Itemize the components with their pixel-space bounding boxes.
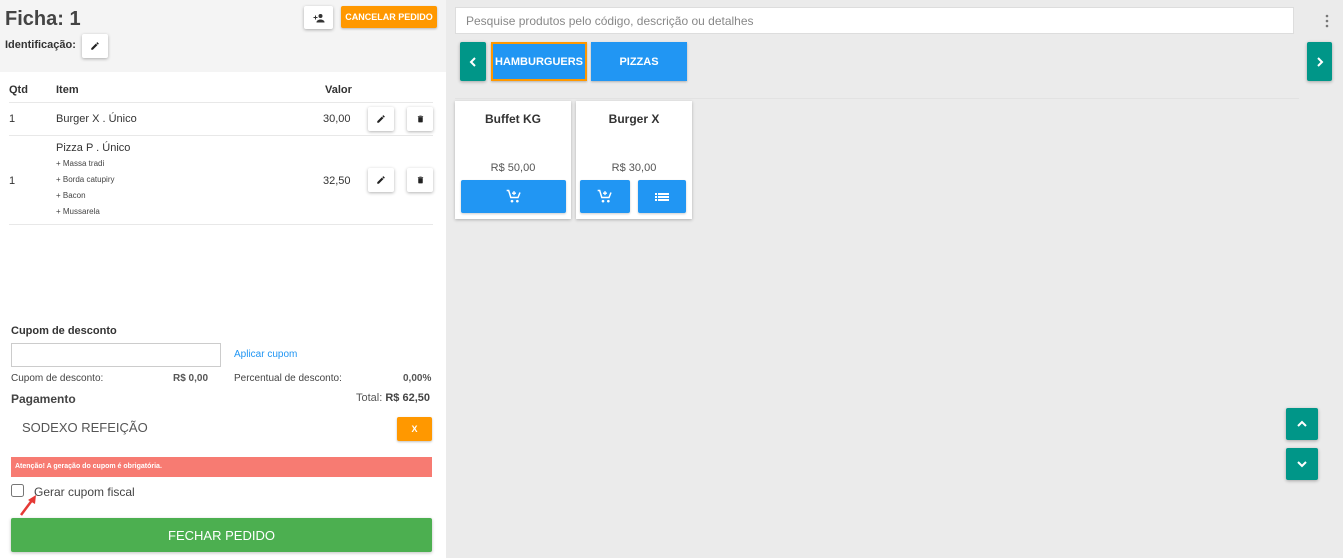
list-icon	[655, 192, 669, 201]
chevron-up-icon	[1297, 420, 1307, 427]
total-label: Total:	[356, 392, 383, 404]
delete-item-button[interactable]	[407, 168, 433, 192]
product-name: Buffet KG	[485, 112, 541, 126]
item-addon: + Massa tradi	[56, 159, 105, 168]
product-price: R$ 30,00	[611, 162, 657, 174]
table-row: 1 Burger X . Único 30,00	[9, 103, 433, 136]
table-row: 1 Pizza P . Único + Massa tradi + Borda …	[9, 136, 433, 225]
categories-next-button[interactable]	[1307, 42, 1332, 81]
add-person-icon	[313, 13, 324, 22]
product-details-button[interactable]	[638, 180, 686, 213]
item-addon: + Mussarela	[56, 207, 100, 216]
order-header: Ficha: 1 Identificação: CANCELAR PEDIDO	[0, 0, 446, 72]
coupon-label: Cupom de desconto	[11, 325, 117, 337]
chevron-down-icon	[1297, 461, 1307, 468]
scroll-up-button[interactable]	[1286, 408, 1318, 440]
close-order-button[interactable]: FECHAR PEDIDO	[11, 518, 432, 552]
item-addon: + Borda catupiry	[56, 175, 115, 184]
category-tab-pizzas[interactable]: PIZZAS	[591, 42, 687, 81]
total-value: R$ 62,50	[385, 392, 431, 404]
delete-item-button[interactable]	[407, 107, 433, 131]
pencil-icon	[377, 115, 385, 123]
row-item-block: Pizza P . Único + Massa tradi + Borda ca…	[56, 142, 130, 220]
product-card: Buffet KG R$ 50,00	[455, 101, 571, 219]
row-valor: 30,00	[323, 113, 351, 125]
row-item: Burger X . Único	[56, 113, 137, 125]
trash-icon	[417, 115, 423, 123]
more-vert-icon[interactable]	[1322, 11, 1332, 31]
edit-identification-button[interactable]	[82, 34, 108, 58]
divider	[455, 98, 1299, 99]
fiscal-coupon-label[interactable]: Gerar cupom fiscal	[34, 485, 135, 499]
column-header-qtd: Qtd	[9, 84, 28, 96]
row-qtd: 1	[9, 113, 16, 125]
customer-button[interactable]	[304, 6, 333, 29]
row-valor: 32,50	[323, 175, 351, 187]
category-tab-hamburguers[interactable]: HAMBURGUERS	[491, 42, 587, 81]
edit-item-button[interactable]	[368, 168, 394, 192]
chevron-left-icon	[469, 56, 476, 67]
trash-icon	[417, 176, 423, 184]
coupon-discount-label: Cupom de desconto:	[11, 373, 104, 384]
product-search-input[interactable]	[455, 7, 1294, 34]
red-arrow-icon	[20, 495, 36, 516]
pencil-icon	[377, 176, 385, 184]
categories-prev-button[interactable]	[460, 42, 486, 81]
pencil-icon	[91, 42, 99, 50]
product-price: R$ 50,00	[490, 162, 536, 174]
product-name: Burger X	[608, 112, 660, 126]
apply-coupon-link[interactable]: Aplicar cupom	[234, 349, 297, 360]
cancel-order-button[interactable]: CANCELAR PEDIDO	[341, 6, 437, 28]
fiscal-alert: Atenção! A geração do cupom é obrigatóri…	[11, 457, 432, 477]
product-card: Burger X R$ 30,00	[576, 101, 692, 219]
coupon-input[interactable]	[11, 343, 221, 367]
add-to-cart-button[interactable]	[580, 180, 630, 213]
payment-title: Pagamento	[11, 392, 76, 406]
items-table-header: Qtd Item Valor	[9, 84, 433, 103]
payment-method: SODEXO REFEIÇÃO	[22, 420, 148, 435]
add-cart-icon	[506, 189, 521, 203]
scroll-down-button[interactable]	[1286, 448, 1318, 480]
row-qtd: 1	[9, 175, 16, 187]
order-total: Total: R$ 62,50	[356, 392, 430, 404]
discount-percent-label: Percentual de desconto:	[234, 373, 342, 384]
item-addon: + Bacon	[56, 191, 86, 200]
row-item: Pizza P . Único	[56, 142, 131, 154]
order-panel: Ficha: 1 Identificação: CANCELAR PEDIDO …	[0, 0, 446, 558]
add-cart-icon	[597, 189, 612, 203]
discount-percent-value: 0,00%	[403, 373, 432, 384]
column-header-item: Item	[56, 84, 79, 96]
edit-item-button[interactable]	[368, 107, 394, 131]
order-title: Ficha: 1	[5, 8, 81, 30]
identification-label: Identificação:	[5, 39, 76, 51]
remove-payment-button[interactable]: X	[397, 417, 432, 441]
chevron-right-icon	[1316, 56, 1323, 67]
coupon-discount-value: R$ 0,00	[173, 373, 209, 384]
add-to-cart-button[interactable]	[461, 180, 566, 213]
column-header-valor: Valor	[325, 84, 352, 96]
